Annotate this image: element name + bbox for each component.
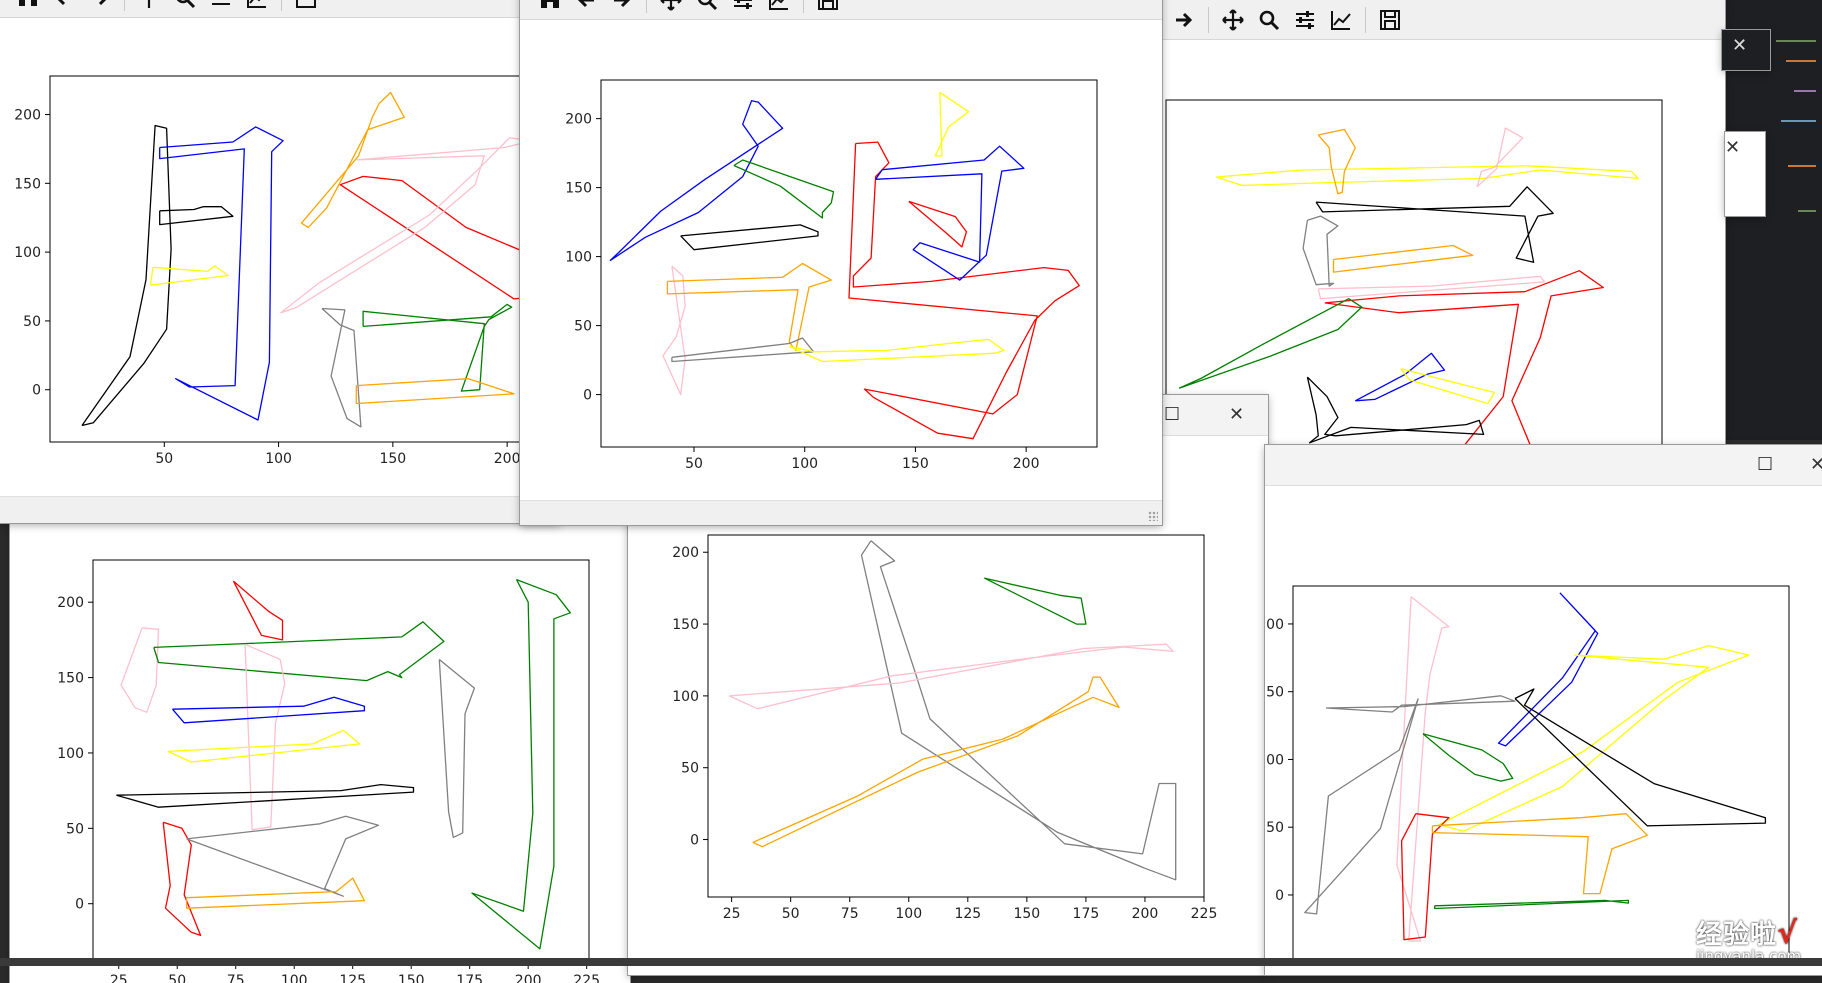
x-tick-label: 25: [110, 973, 128, 983]
x-tick-label: 100: [791, 456, 818, 472]
x-tick-label: 200: [1132, 906, 1159, 922]
figure-window-6: ☐ ✕ 0 50 100 150 200: [1265, 445, 1822, 975]
x-tick-label: 25: [723, 906, 741, 922]
x-tick-label: 75: [841, 906, 859, 922]
code-line: [1776, 40, 1816, 42]
y-tick-label: 50: [681, 761, 699, 777]
axes-frame: [600, 79, 1098, 448]
y-tick-label: 100: [565, 250, 592, 266]
figure-2-plot: 50 100 150 200 0 50 100 150 200: [565, 79, 1098, 472]
figure-window-2: 50 100 150 200 0 50 100 150 200: [520, 0, 1162, 525]
y-tick-label: 0: [690, 833, 699, 849]
status-bar: [520, 500, 1162, 525]
checkmark-icon: √: [1777, 916, 1798, 951]
x-tick-label: 50: [155, 451, 173, 467]
code-line: [1798, 210, 1816, 212]
y-tick-label: 0: [32, 383, 41, 399]
x-tick-label: 100: [281, 973, 308, 983]
y-tick-label: 100: [672, 689, 699, 705]
x-tick-label: 50: [168, 973, 186, 983]
x-tick-label: 125: [954, 906, 981, 922]
y-tick-label: 150: [14, 176, 41, 192]
y-tick-label: 150: [565, 181, 592, 197]
x-tick-label: 150: [379, 451, 406, 467]
code-line: [1788, 165, 1816, 167]
y-tick-label: 200: [565, 112, 592, 128]
y-tick-label: 100: [1265, 752, 1284, 768]
y-tick-label: 150: [57, 671, 84, 687]
y-tick-label: 0: [583, 388, 592, 404]
axes-frame: [707, 534, 1205, 898]
code-line: [1781, 120, 1816, 122]
taskbar: [0, 958, 1822, 966]
x-tick-label: 100: [265, 451, 292, 467]
x-tick-label: 225: [1191, 906, 1218, 922]
background-window-fragment: ✕: [1722, 30, 1770, 70]
y-tick-label: 200: [14, 108, 41, 124]
y-tick-label: 200: [1265, 617, 1284, 633]
x-tick-label: 225: [573, 973, 600, 983]
y-tick-label: 200: [672, 545, 699, 561]
code-line: [1794, 90, 1816, 92]
x-tick-label: 150: [1013, 906, 1040, 922]
y-tick-label: 50: [66, 821, 84, 837]
y-tick-label: 50: [23, 314, 41, 330]
figure-window-1: 50 100 150 200 0 50 100 150 200: [0, 0, 560, 523]
x-tick-label: 200: [515, 973, 542, 983]
close-icon[interactable]: ✕: [1732, 34, 1747, 58]
axes-frame: [49, 75, 560, 443]
x-tick-label: 75: [227, 973, 245, 983]
y-tick-label: 0: [1275, 888, 1284, 904]
x-tick-label: 150: [398, 973, 425, 983]
x-tick-label: 175: [456, 973, 483, 983]
x-tick-label: 200: [1013, 456, 1040, 472]
figure-4-plot: 25 50 75 100 125 150 175 200 225 0 50 100 150 200: [57, 559, 600, 983]
x-tick-label: 100: [895, 906, 922, 922]
x-tick-label: 125: [339, 973, 366, 983]
figure-window-4: 25 50 75 100 125 150 175 200 225 0 50 100 150 200: [10, 523, 630, 983]
background-window-fragment: ✕: [1725, 132, 1765, 216]
x-tick-label: 200: [494, 451, 521, 467]
y-tick-label: 200: [57, 595, 84, 611]
x-tick-label: 150: [902, 456, 929, 472]
y-tick-label: 0: [75, 897, 84, 913]
watermark-text: 经验啦: [1696, 920, 1778, 950]
y-tick-label: 100: [57, 746, 84, 762]
axes-frame: [92, 559, 590, 965]
y-tick-label: 50: [1266, 820, 1284, 836]
status-bar: [0, 496, 560, 523]
x-tick-label: 50: [685, 456, 703, 472]
y-tick-label: 150: [672, 617, 699, 633]
x-tick-label: 175: [1073, 906, 1100, 922]
close-icon[interactable]: ✕: [1725, 136, 1740, 160]
y-tick-label: 100: [14, 245, 41, 261]
y-tick-label: 50: [574, 319, 592, 335]
y-tick-label: 150: [1265, 685, 1284, 701]
resize-grip[interactable]: [1148, 511, 1158, 521]
x-tick-label: 50: [782, 906, 800, 922]
figure-6-plot: 0 50 100 150 200: [1265, 585, 1790, 961]
figure-1-plot: 50 100 150 200 0 50 100 150 200: [14, 75, 560, 467]
code-line: [1786, 60, 1816, 62]
